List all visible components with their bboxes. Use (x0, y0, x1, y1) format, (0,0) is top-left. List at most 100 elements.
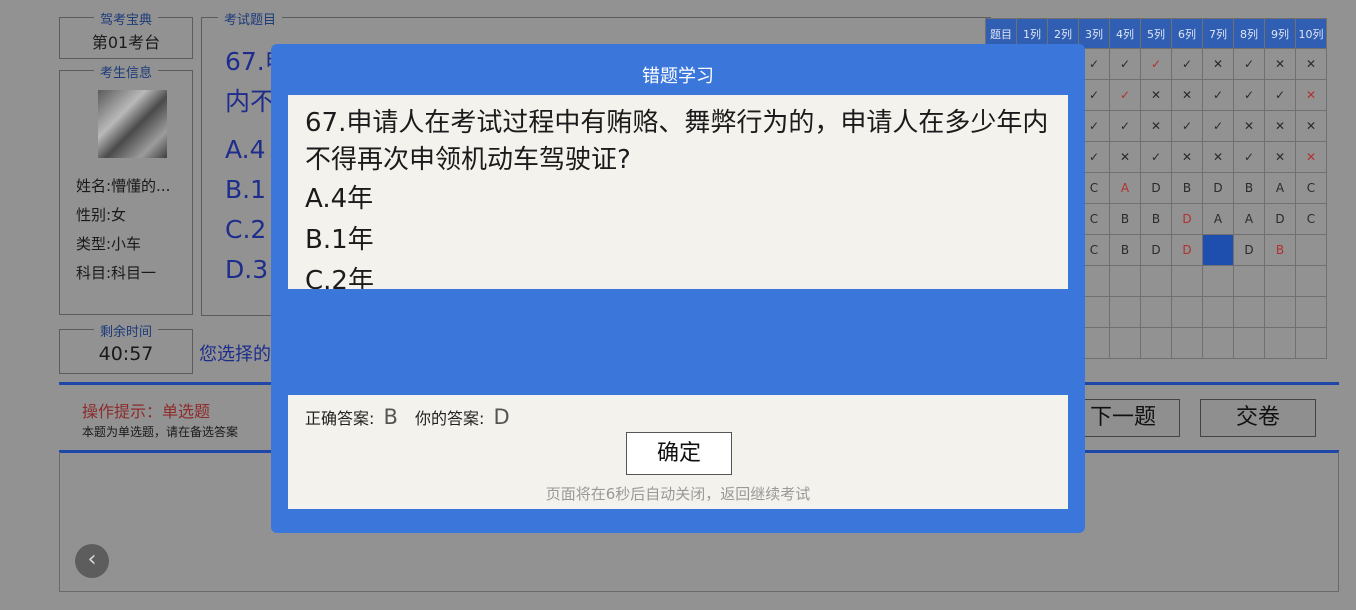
grid-cell[interactable]: D (1171, 203, 1203, 235)
grid-cell[interactable]: ✓ (1171, 48, 1203, 80)
grid-cell[interactable]: ✕ (1264, 48, 1296, 80)
grid-cell[interactable]: C (1295, 203, 1327, 235)
modal-option-a: A.4年 (305, 184, 374, 214)
grid-cell[interactable]: C (1295, 172, 1327, 204)
grid-cell[interactable] (1295, 234, 1327, 266)
grid-header-cell: 6列 (1171, 18, 1203, 49)
candidate-info-group: 考生信息 姓名:懵懂的... 性别:女 类型:小车 科目:科目一 (59, 62, 193, 315)
grid-cell[interactable]: ✕ (1233, 110, 1265, 142)
grid-cell[interactable]: ✕ (1140, 79, 1172, 111)
grid-cell[interactable]: B (1109, 234, 1141, 266)
grid-cell[interactable]: ✓ (1233, 141, 1265, 173)
grid-cell[interactable] (1295, 265, 1327, 297)
grid-cell[interactable]: ✕ (1295, 79, 1327, 111)
grid-cell[interactable]: D (1202, 172, 1234, 204)
modal-title: 错题学习 (642, 66, 714, 87)
grid-cell[interactable]: D (1140, 234, 1172, 266)
grid-cell[interactable] (1140, 296, 1172, 328)
grid-header-cell: 7列 (1202, 18, 1234, 49)
remaining-time-group: 剩余时间 40:57 (59, 321, 193, 374)
grid-cell[interactable] (1140, 327, 1172, 359)
grid-cell[interactable] (1109, 265, 1141, 297)
grid-cell[interactable]: A (1109, 172, 1141, 204)
grid-cell[interactable]: ✕ (1295, 110, 1327, 142)
question-legend: 考试题目 (218, 9, 283, 28)
candidate-subject: 科目:科目一 (76, 264, 157, 282)
modal-option-b: B.1年 (305, 225, 374, 255)
grid-cell[interactable] (1295, 296, 1327, 328)
grid-cell[interactable]: ✕ (1171, 79, 1203, 111)
grid-cell[interactable]: ✓ (1171, 110, 1203, 142)
grid-cell[interactable]: ✕ (1202, 141, 1234, 173)
option-c[interactable]: C.2 (225, 215, 266, 244)
grid-cell[interactable] (1264, 327, 1296, 359)
grid-cell[interactable] (1233, 296, 1265, 328)
grid-cell[interactable] (1202, 296, 1234, 328)
correct-answer-value: B (383, 405, 398, 429)
grid-cell[interactable]: B (1109, 203, 1141, 235)
grid-cell[interactable]: ✓ (1202, 110, 1234, 142)
answer-line: 正确答案: B 你的答案: D (305, 405, 522, 429)
grid-cell[interactable]: ✕ (1264, 141, 1296, 173)
grid-cell[interactable]: ✓ (1140, 141, 1172, 173)
grid-cell[interactable]: ✕ (1171, 141, 1203, 173)
grid-cell[interactable]: ✕ (1295, 48, 1327, 80)
grid-cell[interactable]: ✓ (1202, 79, 1234, 111)
hint-text: 本题为单选题，请在备选答案 (82, 425, 239, 439)
grid-cell[interactable]: B (1171, 172, 1203, 204)
grid-cell[interactable]: D (1140, 172, 1172, 204)
your-answer-label: 你的答案: (415, 409, 485, 428)
grid-cell[interactable]: B (1140, 203, 1172, 235)
grid-cell[interactable]: D (1233, 234, 1265, 266)
submit-exam-button[interactable]: 交卷 (1200, 399, 1316, 437)
grid-cell[interactable] (1264, 265, 1296, 297)
grid-cell[interactable]: D (1171, 234, 1203, 266)
grid-cell[interactable] (1233, 327, 1265, 359)
grid-cell[interactable] (1295, 327, 1327, 359)
grid-cell[interactable]: ✓ (1109, 110, 1141, 142)
grid-cell[interactable]: A (1264, 172, 1296, 204)
grid-cell[interactable] (1233, 265, 1265, 297)
grid-cell[interactable] (1109, 296, 1141, 328)
your-answer-value: D (493, 405, 510, 429)
chevron-left-icon[interactable]: ‹ (75, 544, 109, 578)
question-line-2: 内不 (225, 87, 276, 116)
candidate-info-legend: 考生信息 (93, 62, 159, 81)
grid-cell[interactable]: D (1264, 203, 1296, 235)
modal-option-c: C.2年 (305, 266, 374, 289)
grid-cell[interactable]: ✕ (1140, 110, 1172, 142)
grid-cell[interactable]: ✕ (1295, 141, 1327, 173)
grid-cell[interactable]: B (1264, 234, 1296, 266)
option-d[interactable]: D.3 (225, 255, 268, 284)
modal-question-box: 67.申请人在考试过程中有贿赂、舞弊行为的，申请人在多少年内不得再次申领机动车驾… (288, 95, 1068, 289)
grid-cell[interactable] (1202, 327, 1234, 359)
grid-cell[interactable]: ✕ (1264, 110, 1296, 142)
grid-cell[interactable]: ✕ (1202, 48, 1234, 80)
grid-cell[interactable] (1140, 265, 1172, 297)
grid-cell[interactable]: ✓ (1264, 79, 1296, 111)
grid-cell[interactable]: ✓ (1109, 79, 1141, 111)
grid-cell[interactable]: ✓ (1140, 48, 1172, 80)
wrong-question-modal: 错题学习 67.申请人在考试过程中有贿赂、舞弊行为的，申请人在多少年内不得再次申… (271, 44, 1085, 533)
grid-cell[interactable]: ✕ (1109, 141, 1141, 173)
grid-cell[interactable]: ✓ (1233, 79, 1265, 111)
grid-cell[interactable]: ✓ (1233, 48, 1265, 80)
grid-cell[interactable] (1202, 265, 1234, 297)
grid-cell[interactable]: A (1233, 203, 1265, 235)
confirm-button[interactable]: 确定 (626, 432, 732, 475)
option-a[interactable]: A.4 (225, 135, 266, 164)
grid-cell[interactable] (1264, 296, 1296, 328)
grid-cell[interactable]: ✓ (1109, 48, 1141, 80)
option-b[interactable]: B.1 (225, 175, 266, 204)
grid-header-cell: 9列 (1264, 18, 1296, 49)
grid-cell[interactable] (1202, 234, 1234, 266)
modal-answer-box: 正确答案: B 你的答案: D 确定 页面将在6秒后自动关闭，返回继续考试 (288, 395, 1068, 509)
grid-cell[interactable] (1171, 296, 1203, 328)
grid-cell[interactable] (1109, 327, 1141, 359)
remaining-time-legend: 剩余时间 (93, 321, 159, 340)
candidate-car-type: 类型:小车 (76, 235, 142, 253)
grid-cell[interactable]: A (1202, 203, 1234, 235)
grid-cell[interactable]: B (1233, 172, 1265, 204)
grid-cell[interactable] (1171, 265, 1203, 297)
grid-cell[interactable] (1171, 327, 1203, 359)
